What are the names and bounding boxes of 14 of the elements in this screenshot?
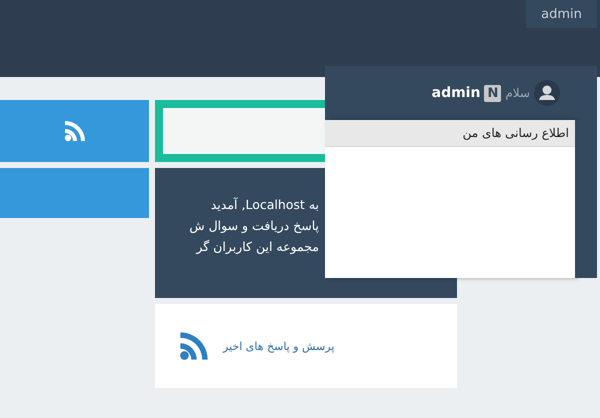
welcome-text: مجموعه این کاربران گر bbox=[194, 238, 319, 256]
username[interactable]: admin bbox=[432, 85, 480, 101]
nav-tile[interactable] bbox=[0, 168, 149, 218]
rss-icon bbox=[64, 120, 86, 142]
welcome-text: به Localhost, آمدید bbox=[210, 196, 319, 214]
avatar-icon bbox=[534, 80, 560, 106]
greeting-text: سلام bbox=[505, 86, 530, 100]
feed-tile[interactable] bbox=[0, 100, 149, 162]
rss-icon bbox=[179, 331, 209, 361]
welcome-text: پاسخ دریافت و سوال ش bbox=[188, 217, 319, 235]
recent-link[interactable]: پرسش و پاسخ های اخیر bbox=[223, 340, 334, 352]
notifications-title: اطلاع رسانی های من bbox=[325, 120, 575, 147]
user-button[interactable]: admin bbox=[526, 0, 597, 28]
user-badge: N bbox=[484, 84, 502, 102]
